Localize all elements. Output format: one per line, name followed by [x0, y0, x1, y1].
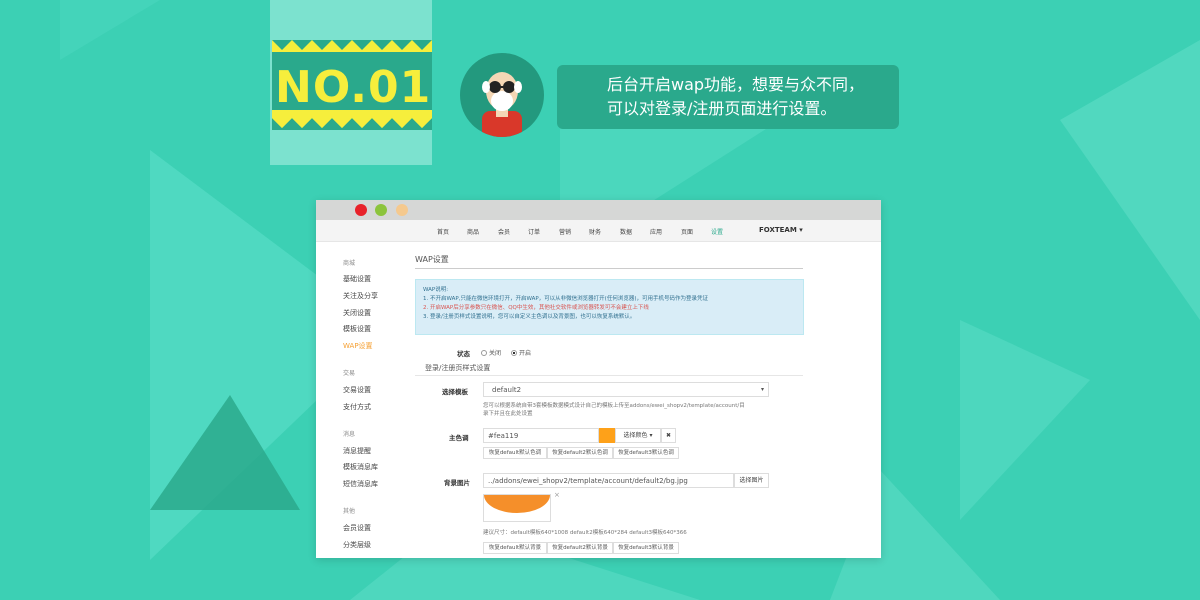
- wap-info-box: WAP说明: 1. 不开启WAP,只能在微信环境打开，开启WAP，可以从非微信浏…: [415, 279, 804, 335]
- reset-bg-default2-button[interactable]: 恢复default2默认背景: [547, 542, 613, 554]
- reset-color-default3-button[interactable]: 恢复default3默认色调: [613, 447, 679, 459]
- sidebar-item-template[interactable]: 模板设置: [343, 324, 371, 334]
- title-divider: [415, 268, 803, 269]
- reset-color-default2-button[interactable]: 恢复default2默认色调: [547, 447, 613, 459]
- sidebar-item-member-settings[interactable]: 会员设置: [343, 523, 371, 533]
- avatar: [460, 53, 544, 137]
- sidebar-item-category[interactable]: 分类层级: [343, 540, 371, 550]
- background-input[interactable]: ../addons/ewei_shopv2/template/account/d…: [483, 473, 734, 488]
- nav-item-orders[interactable]: 订单: [528, 227, 540, 236]
- old-man-icon: [482, 72, 522, 137]
- background-preview: [483, 494, 551, 522]
- window-titlebar: [316, 200, 881, 220]
- account-menu[interactable]: FOXTEAM ▾: [759, 226, 803, 234]
- main-content: WAP设置 WAP说明: 1. 不开启WAP,只能在微信环境打开，开启WAP，可…: [415, 242, 805, 558]
- banner-number: NO.01: [275, 62, 432, 113]
- speech-box: 后台开启wap功能，想要与众不同， 可以对登录/注册页面进行设置。: [557, 65, 899, 129]
- section-title: 登录/注册页样式设置: [425, 364, 491, 372]
- close-window-dot[interactable]: [355, 204, 367, 216]
- status-off-label: 关闭: [489, 350, 502, 357]
- sidebar-group-other: 其他: [343, 508, 356, 515]
- nav-item-marketing[interactable]: 营销: [559, 227, 571, 236]
- nav-item-pages[interactable]: 页面: [681, 227, 693, 236]
- template-hint-line-1: 您可以根据系统自带3套模板数据模式设计自己的模板上传至addons/ewei_s…: [483, 403, 745, 409]
- background-value: ../addons/ewei_shopv2/template/account/d…: [488, 477, 688, 485]
- nav-item-apps[interactable]: 应用: [650, 227, 662, 236]
- browser-window: 首页 商品 会员 订单 营销 财务 数据 应用 页面 设置 FOXTEAM ▾ …: [316, 200, 881, 558]
- nav-item-finance[interactable]: 财务: [589, 227, 601, 236]
- reset-bg-default-button[interactable]: 恢复default默认背景: [483, 542, 547, 554]
- nav-item-home[interactable]: 首页: [437, 227, 449, 236]
- sidebar-item-follow-share[interactable]: 关注及分享: [343, 291, 378, 301]
- radio-on-icon: [511, 350, 517, 356]
- status-on-label: 开启: [519, 350, 532, 357]
- template-hint: 您可以根据系统自带3套模板数据模式设计自己的模板上传至addons/ewei_s…: [483, 402, 745, 418]
- page-title: WAP设置: [415, 255, 449, 264]
- status-on-radio[interactable]: 开启: [511, 348, 531, 357]
- choose-image-button[interactable]: 选择图片: [734, 473, 769, 488]
- template-value: default2: [492, 386, 522, 394]
- sidebar: 商城 基础设置 关注及分享 关闭设置 模板设置 WAP设置 交易 交易设置 支付…: [316, 242, 404, 558]
- sidebar-group-message: 消息: [343, 431, 356, 438]
- color-swatch[interactable]: [599, 428, 615, 443]
- sidebar-item-notify[interactable]: 消息提醒: [343, 446, 371, 456]
- nav-item-goods[interactable]: 商品: [467, 227, 479, 236]
- sidebar-item-basic[interactable]: 基础设置: [343, 274, 371, 284]
- maximize-window-dot[interactable]: [396, 204, 408, 216]
- info-line-1: 1. 不开启WAP,只能在微信环境打开，开启WAP，可以从非微信浏览器打开(任何…: [423, 296, 708, 302]
- reset-bg-default3-button[interactable]: 恢复default3默认背景: [613, 542, 679, 554]
- background-label: 背景图片: [444, 479, 470, 487]
- sidebar-item-trade-settings[interactable]: 交易设置: [343, 385, 371, 395]
- clear-color-icon[interactable]: ✖: [661, 428, 676, 443]
- nav-item-data[interactable]: 数据: [620, 227, 632, 236]
- speech-line-1: 后台开启wap功能，想要与众不同，: [607, 75, 865, 94]
- template-label: 选择模板: [442, 388, 468, 396]
- minimize-window-dot[interactable]: [375, 204, 387, 216]
- radio-off-icon: [481, 350, 487, 356]
- background-preview-image: [484, 495, 550, 513]
- status-label: 状态: [457, 350, 470, 358]
- chevron-down-icon: ▾: [760, 386, 764, 393]
- sidebar-group-trade: 交易: [343, 370, 356, 377]
- info-heading: WAP说明:: [423, 287, 449, 293]
- top-navigation: 首页 商品 会员 订单 营销 财务 数据 应用 页面 设置 FOXTEAM ▾: [316, 220, 881, 242]
- section-divider: [415, 375, 803, 376]
- sidebar-item-payment[interactable]: 支付方式: [343, 402, 371, 412]
- status-off-radio[interactable]: 关闭: [481, 348, 501, 357]
- template-hint-line-2: 录下并且在此处设置: [483, 411, 533, 417]
- sidebar-item-close[interactable]: 关闭设置: [343, 308, 371, 318]
- sidebar-group-shop: 商城: [343, 260, 356, 267]
- pick-color-button[interactable]: 选择颜色 ▾: [615, 428, 661, 443]
- template-select[interactable]: default2 ▾: [483, 382, 769, 397]
- info-line-2: 2. 开启WAP后分享参数只在微信、QQ中生效，其他社交软件或浏览器转发可不会建…: [423, 305, 649, 311]
- main-color-label: 主色调: [449, 434, 469, 442]
- remove-image-icon[interactable]: ×: [554, 491, 560, 499]
- main-color-value: #fea119: [488, 432, 519, 440]
- reset-color-default-button[interactable]: 恢复default默认色调: [483, 447, 547, 459]
- speech-line-2: 可以对登录/注册页面进行设置。: [607, 99, 837, 118]
- size-hint: 建议尺寸：default模板640*1008 default2模板640*284…: [483, 530, 687, 536]
- info-line-3: 3. 登录/注册页样式设置说明，您可以自定义主色调以及背景图，也可以恢复系统默认…: [423, 314, 636, 320]
- sidebar-item-sms[interactable]: 短信消息库: [343, 479, 378, 489]
- nav-item-settings[interactable]: 设置: [711, 227, 723, 236]
- sidebar-item-template-msg[interactable]: 模板消息库: [343, 462, 378, 472]
- nav-item-members[interactable]: 会员: [498, 227, 510, 236]
- main-color-input[interactable]: #fea119: [483, 428, 599, 443]
- sidebar-item-wap[interactable]: WAP设置: [343, 341, 373, 351]
